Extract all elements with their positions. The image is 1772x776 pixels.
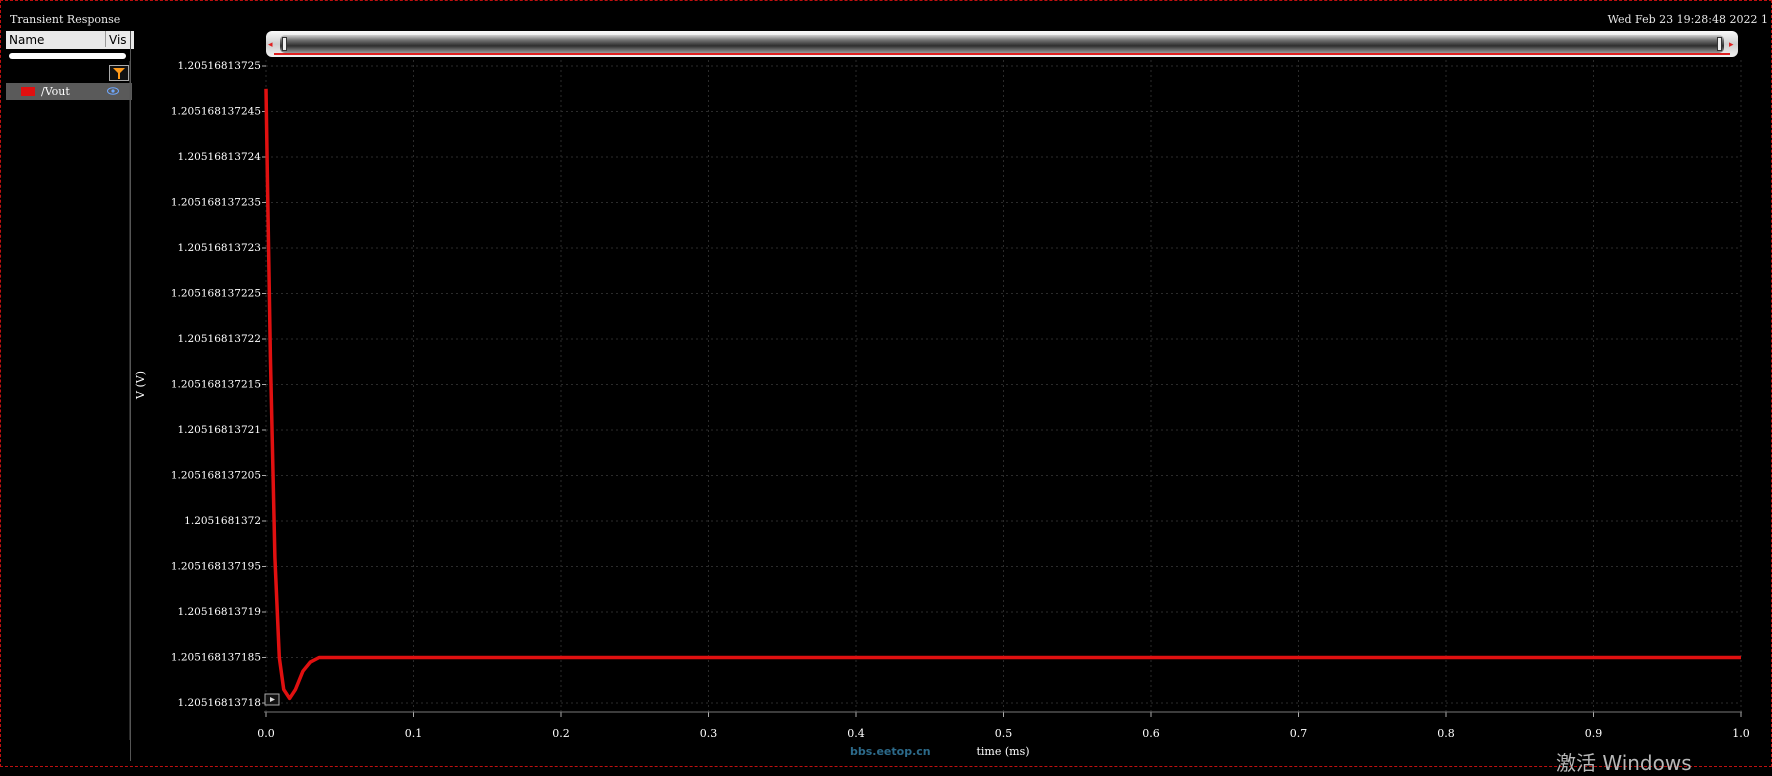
y-tick-label: 1.205168137235 (171, 197, 261, 209)
marker-toggle-button[interactable] (264, 693, 280, 706)
y-axis: 1.20516813718 1.205168137185 1.20516813719… (171, 60, 266, 709)
y-tick-label: 1.20516813719 (177, 606, 261, 618)
y-tick-label: 1.205168137205 (171, 470, 261, 482)
x-tick-label: 0.9 (1585, 727, 1603, 740)
x-tick-label: 0.0 (257, 727, 275, 740)
x-axis-label: time (ms) (976, 745, 1029, 758)
x-tick-label: 0.6 (1142, 727, 1160, 740)
y-tick-label: 1.205168137245 (171, 106, 261, 118)
y-tick-label: 1.20516813718 (177, 697, 261, 709)
y-tick-label: 1.205168137185 (171, 652, 261, 664)
x-tick-label: 0.7 (1290, 727, 1308, 740)
x-tick-label: 0.3 (700, 727, 718, 740)
y-tick-label: 1.205168137215 (171, 379, 261, 391)
y-tick-label: 1.20516813725 (177, 60, 261, 72)
x-tick-label: 0.4 (847, 727, 865, 740)
x-tick-label: 0.2 (552, 727, 570, 740)
y-tick-label: 1.20516813724 (177, 151, 261, 163)
y-tick-label: 1.20516813723 (177, 242, 261, 254)
y-tick-label: 1.2051681372 (184, 515, 261, 527)
plot-area[interactable]: 1.20516813718 1.205168137185 1.20516813719… (0, 0, 1772, 767)
grid (265, 60, 1742, 712)
x-tick-label: 0.5 (995, 727, 1013, 740)
x-tick-label: 0.8 (1437, 727, 1455, 740)
x-tick-label: 1.0 (1732, 727, 1750, 740)
y-tick-label: 1.20516813721 (177, 424, 261, 436)
y-axis-label: V (V) (134, 371, 147, 400)
x-tick-label: 0.1 (405, 727, 423, 740)
y-tick-label: 1.205168137225 (171, 288, 261, 300)
y-tick-label: 1.205168137195 (171, 561, 261, 573)
windows-activation-watermark: 激活 Windows (1556, 751, 1692, 775)
x-axis: 0.0 0.1 0.2 0.3 0.4 0.5 0.6 0.7 0.8 0.9 1.0 (257, 712, 1750, 740)
y-tick-label: 1.20516813722 (177, 333, 261, 345)
forum-watermark: bbs.eetop.cn (850, 745, 931, 758)
